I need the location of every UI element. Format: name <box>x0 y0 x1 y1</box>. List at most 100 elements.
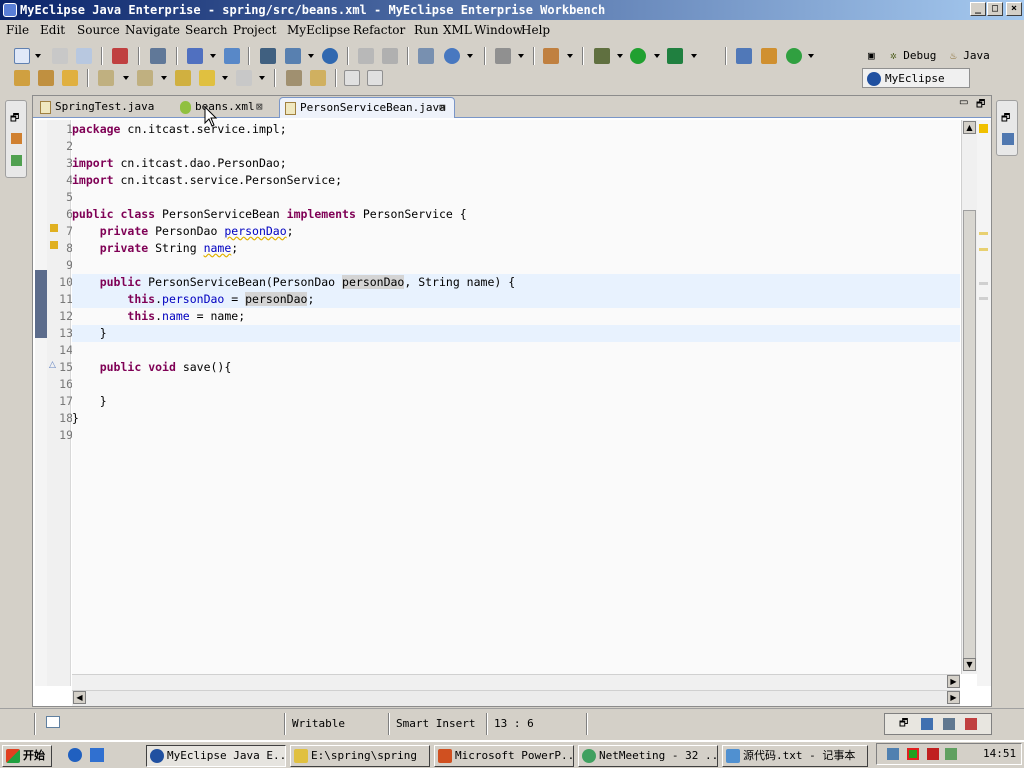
code-line-17[interactable]: } <box>72 393 960 410</box>
forward-arrow-icon[interactable] <box>236 70 252 86</box>
print-icon[interactable] <box>76 48 92 64</box>
problems-view-icon[interactable] <box>965 718 977 730</box>
restore-icon[interactable]: 🗗 <box>10 111 19 128</box>
chevron-down-icon[interactable] <box>567 54 573 58</box>
deploy-icon[interactable] <box>224 48 240 64</box>
scroll-up-arrow-icon[interactable]: ▲ <box>963 121 976 134</box>
back-arrow-icon[interactable] <box>199 70 215 86</box>
myeclipse-perspective-button[interactable]: MyEclipse ... <box>862 68 970 105</box>
chevron-down-icon[interactable] <box>259 76 265 80</box>
menu-refactor[interactable]: Refactor <box>353 20 405 40</box>
chevron-down-icon[interactable] <box>308 54 314 58</box>
run-icon[interactable] <box>630 48 646 64</box>
open-browser-icon[interactable] <box>444 48 460 64</box>
package-icon[interactable] <box>112 48 128 64</box>
restore-icon[interactable]: 🗗 <box>899 716 908 733</box>
next-annotation-icon[interactable] <box>98 70 114 86</box>
code-line-4[interactable]: import cn.itcast.service.PersonService; <box>72 172 960 189</box>
horizontal-scrollbar-area[interactable]: ▶ ◀ ▶ <box>72 674 960 706</box>
expand-all-icon[interactable] <box>344 70 360 86</box>
servers-view-icon[interactable] <box>943 718 955 730</box>
taskbar-item-powerpoint[interactable]: Microsoft PowerP... <box>434 745 574 767</box>
code-line-3[interactable]: import cn.itcast.dao.PersonDao; <box>72 155 960 172</box>
menu-file[interactable]: File <box>6 20 29 40</box>
menu-source[interactable]: Source <box>77 20 120 40</box>
start-button[interactable]: 开始 <box>2 745 52 767</box>
scroll-right-arrow-icon[interactable]: ▶ <box>947 675 960 688</box>
globe-icon[interactable] <box>322 48 338 64</box>
close-tab-icon[interactable]: ⊠ <box>439 98 446 118</box>
menu-xml[interactable]: XML <box>443 20 472 40</box>
chevron-down-icon[interactable] <box>161 76 167 80</box>
horizontal-scrollbar[interactable] <box>72 674 960 690</box>
server-deploy-icon[interactable] <box>285 48 301 64</box>
chevron-down-icon[interactable] <box>123 76 129 80</box>
chevron-down-icon[interactable] <box>222 76 228 80</box>
scroll-down-arrow-icon[interactable]: ▼ <box>963 658 976 671</box>
open-resource-icon[interactable] <box>38 70 54 86</box>
tools-icon[interactable] <box>543 48 559 64</box>
warning-marker[interactable] <box>979 248 988 251</box>
antivirus-tray-icon[interactable] <box>927 748 939 760</box>
code-line-18[interactable]: } <box>72 410 960 427</box>
maximize-editor-icon[interactable]: 🗗 <box>976 97 985 114</box>
new-package-icon[interactable] <box>761 48 777 64</box>
collapse-all-icon[interactable] <box>367 70 383 86</box>
hierarchy-icon[interactable] <box>11 155 22 166</box>
folder-icon[interactable] <box>62 70 78 86</box>
override-marker-icon[interactable]: △ <box>49 360 56 370</box>
network-tray-icon[interactable] <box>887 748 899 760</box>
toggle-mark-icon[interactable] <box>310 70 326 86</box>
menu-window[interactable]: Window <box>474 20 523 40</box>
debug-icon[interactable] <box>594 48 610 64</box>
run-server-icon[interactable] <box>358 48 374 64</box>
scroll-right-arrow-icon[interactable]: ▶ <box>947 691 960 704</box>
chevron-down-icon[interactable] <box>210 54 216 58</box>
chevron-down-icon[interactable] <box>691 54 697 58</box>
new-file-icon[interactable] <box>14 48 30 64</box>
record-tray-icon[interactable] <box>907 748 919 760</box>
menu-myeclipse[interactable]: MyEclipse <box>287 20 350 40</box>
menu-project[interactable]: Project <box>233 20 276 40</box>
taskbar-item-notepad[interactable]: 源代码.txt - 记事本 <box>722 745 868 767</box>
code-line-11[interactable]: this.personDao = personDao; <box>72 291 960 308</box>
new-class-icon[interactable] <box>736 48 752 64</box>
warning-marker[interactable] <box>979 232 988 235</box>
save-icon[interactable] <box>52 48 68 64</box>
new-interface-icon[interactable] <box>786 48 802 64</box>
vertical-scrollbar[interactable]: ▲ ▼ <box>961 120 977 674</box>
chevron-down-icon[interactable] <box>654 54 660 58</box>
tab-personservicebean-java[interactable]: PersonServiceBean.java ⊠ <box>279 97 455 118</box>
minimize-editor-icon[interactable]: ▭ <box>959 97 968 108</box>
code-line-7[interactable]: private PersonDao personDao; <box>72 223 960 240</box>
debug-perspective-button[interactable]: ✲ Debug <box>890 46 936 66</box>
pin-editor-icon[interactable] <box>286 70 302 86</box>
last-edit-location-icon[interactable] <box>175 70 191 86</box>
chevron-down-icon[interactable] <box>518 54 524 58</box>
close-tab-icon[interactable]: ⊠ <box>256 97 263 117</box>
app-tray-icon[interactable] <box>945 748 957 760</box>
warning-summary-icon[interactable] <box>979 124 988 133</box>
scroll-thumb[interactable] <box>963 210 976 660</box>
stop-server-icon[interactable] <box>382 48 398 64</box>
console-view-icon[interactable] <box>921 718 933 730</box>
occurrence-marker[interactable] <box>979 282 988 285</box>
horizontal-scrollbar[interactable] <box>72 690 960 706</box>
occurrence-marker[interactable] <box>979 297 988 300</box>
code-line-8[interactable]: private String name; <box>72 240 960 257</box>
code-line-15[interactable]: public void save(){ <box>72 359 960 376</box>
server-icon[interactable] <box>150 48 166 64</box>
menu-search[interactable]: Search <box>185 20 228 40</box>
chevron-down-icon[interactable] <box>35 54 41 58</box>
java-perspective-button[interactable]: ♨ Java <box>950 46 990 66</box>
previous-annotation-icon[interactable] <box>137 70 153 86</box>
open-type-icon[interactable] <box>14 70 30 86</box>
fast-view-icon[interactable] <box>46 716 60 728</box>
chevron-down-icon[interactable] <box>617 54 623 58</box>
menu-navigate[interactable]: Navigate <box>125 20 180 40</box>
tab-beans-xml[interactable]: beans.xml ⊠ <box>175 97 273 118</box>
database-icon[interactable] <box>260 48 276 64</box>
tab-springtest-java[interactable]: SpringTest.java <box>35 97 175 118</box>
warning-marker-icon[interactable] <box>50 241 58 249</box>
console-icon[interactable] <box>495 48 511 64</box>
